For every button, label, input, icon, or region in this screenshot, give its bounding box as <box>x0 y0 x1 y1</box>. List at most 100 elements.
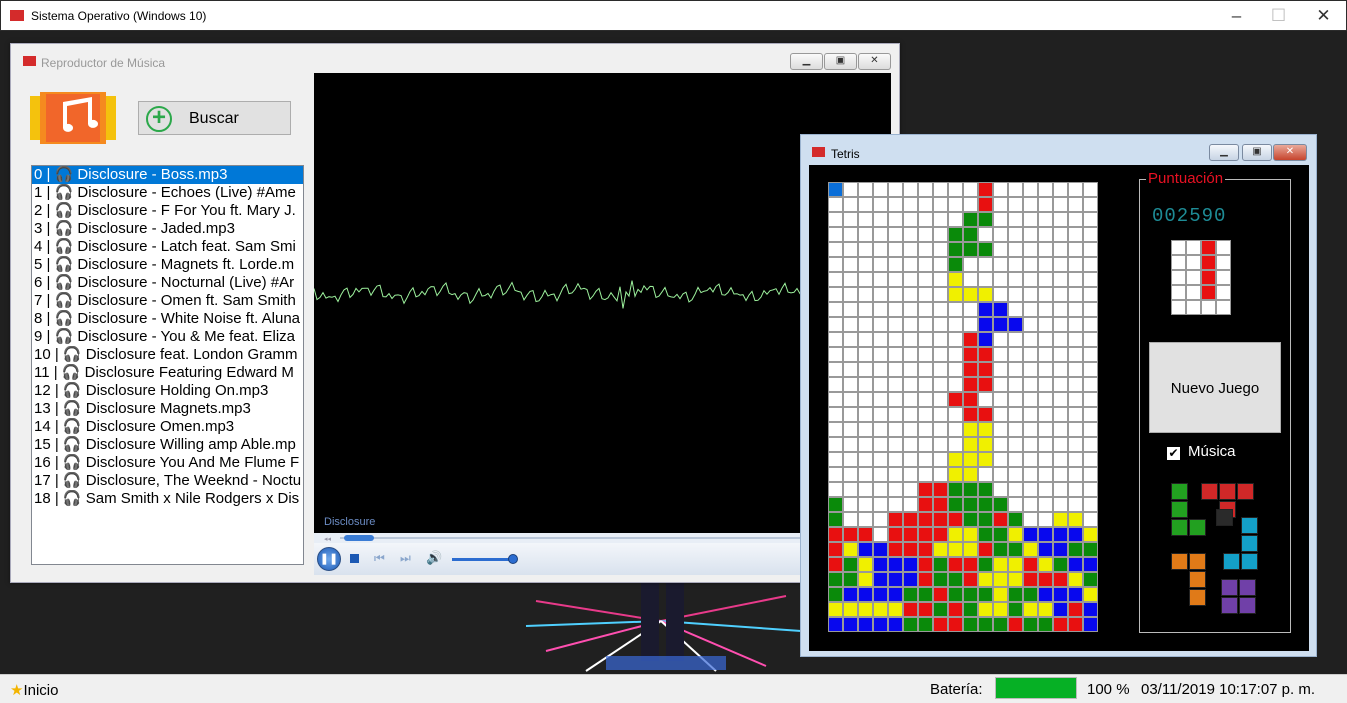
music-maximize-button[interactable]: ▣ <box>824 53 857 70</box>
board-cell <box>1023 572 1038 587</box>
board-cell <box>918 332 933 347</box>
next-piece-cell <box>1216 300 1231 315</box>
board-cell <box>963 332 978 347</box>
board-cell <box>933 227 948 242</box>
volume-slider[interactable] <box>452 558 514 561</box>
board-cell <box>888 302 903 317</box>
maximize-button[interactable]: ☐ <box>1256 3 1301 29</box>
legend-piece-cell <box>1171 501 1188 518</box>
playlist-item[interactable]: 10 | 🎧 Disclosure feat. London Gramm <box>32 346 303 364</box>
playlist[interactable]: 0 | 🎧 Disclosure - Boss.mp3 1 | 🎧 Disclos… <box>31 165 304 565</box>
close-button[interactable]: ✕ <box>1301 3 1346 29</box>
board-cell <box>933 242 948 257</box>
board-cell <box>1008 572 1023 587</box>
volume-thumb[interactable] <box>508 554 518 564</box>
playlist-item[interactable]: 8 | 🎧 Disclosure - White Noise ft. Aluna <box>32 310 303 328</box>
board-cell <box>858 212 873 227</box>
pause-button[interactable]: ❚❚ <box>317 547 341 571</box>
playlist-item[interactable]: 5 | 🎧 Disclosure - Magnets ft. Lorde.m <box>32 256 303 274</box>
board-cell <box>918 182 933 197</box>
board-cell <box>843 392 858 407</box>
board-cell <box>903 317 918 332</box>
board-cell <box>903 572 918 587</box>
music-checkbox[interactable]: ✔ Música <box>1167 443 1236 460</box>
board-cell <box>1008 482 1023 497</box>
board-cell <box>1008 182 1023 197</box>
board-cell <box>903 587 918 602</box>
board-cell <box>873 197 888 212</box>
board-cell <box>1068 287 1083 302</box>
playlist-item[interactable]: 3 | 🎧 Disclosure - Jaded.mp3 <box>32 220 303 238</box>
board-cell <box>993 227 1008 242</box>
board-cell <box>873 542 888 557</box>
board-cell <box>933 317 948 332</box>
board-cell <box>933 557 948 572</box>
tetris-minimize-button[interactable]: ▁ <box>1209 144 1239 161</box>
board-cell <box>993 377 1008 392</box>
board-cell <box>1053 197 1068 212</box>
board-cell <box>858 332 873 347</box>
board-cell <box>978 527 993 542</box>
next-piece-cell <box>1216 255 1231 270</box>
board-cell <box>828 182 843 197</box>
new-game-button[interactable]: Nuevo Juego <box>1149 342 1281 433</box>
board-cell <box>888 392 903 407</box>
volume-icon[interactable]: 🔊 <box>426 550 442 566</box>
checkbox-check-icon[interactable]: ✔ <box>1167 447 1180 460</box>
playlist-item[interactable]: 7 | 🎧 Disclosure - Omen ft. Sam Smith <box>32 292 303 310</box>
playlist-item[interactable]: 12 | 🎧 Disclosure Holding On.mp3 <box>32 382 303 400</box>
music-close-button[interactable]: ✕ <box>858 53 891 70</box>
tetris-maximize-button[interactable]: ▣ <box>1242 144 1272 161</box>
board-cell <box>933 272 948 287</box>
board-cell <box>993 392 1008 407</box>
playlist-item[interactable]: 2 | 🎧 Disclosure - F For You ft. Mary J. <box>32 202 303 220</box>
playlist-item[interactable]: 1 | 🎧 Disclosure - Echoes (Live) #Ame <box>32 184 303 202</box>
board-cell <box>858 197 873 212</box>
board-cell <box>888 542 903 557</box>
search-button[interactable]: + Buscar <box>138 101 291 135</box>
tetris-close-button[interactable]: ✕ <box>1273 144 1307 161</box>
board-cell <box>873 317 888 332</box>
board-cell <box>888 332 903 347</box>
board-cell <box>843 377 858 392</box>
seek-thumb[interactable] <box>344 535 374 541</box>
playlist-item[interactable]: 15 | 🎧 Disclosure Willing amp Able.mp <box>32 436 303 454</box>
board-cell <box>1023 452 1038 467</box>
playlist-item[interactable]: 18 | 🎧 Sam Smith x Nile Rodgers x Dis <box>32 490 303 508</box>
board-cell <box>933 497 948 512</box>
board-cell <box>933 617 948 632</box>
board-cell <box>1083 497 1098 512</box>
board-cell <box>1038 587 1053 602</box>
music-minimize-button[interactable]: ▁ <box>790 53 823 70</box>
stop-button[interactable] <box>350 554 359 563</box>
board-cell <box>948 257 963 272</box>
board-cell <box>843 482 858 497</box>
playlist-item[interactable]: 6 | 🎧 Disclosure - Nocturnal (Live) #Ar <box>32 274 303 292</box>
board-cell <box>993 587 1008 602</box>
board-cell <box>918 602 933 617</box>
start-button[interactable]: ★Inicio <box>10 681 58 699</box>
minimize-button[interactable]: – <box>1214 3 1259 29</box>
playlist-item[interactable]: 4 | 🎧 Disclosure - Latch feat. Sam Smi <box>32 238 303 256</box>
previous-button[interactable]: ⏮ <box>374 551 385 566</box>
playlist-item[interactable]: 13 | 🎧 Disclosure Magnets.mp3 <box>32 400 303 418</box>
playlist-item[interactable]: 11 | 🎧 Disclosure Featuring Edward M <box>32 364 303 382</box>
board-cell <box>858 482 873 497</box>
playlist-item[interactable]: 16 | 🎧 Disclosure You And Me Flume F <box>32 454 303 472</box>
board-cell <box>963 497 978 512</box>
legend-piece-cell <box>1241 553 1258 570</box>
board-cell <box>978 242 993 257</box>
board-cell <box>1053 512 1068 527</box>
playlist-item[interactable]: 0 | 🎧 Disclosure - Boss.mp3 <box>32 166 303 184</box>
board-cell <box>933 482 948 497</box>
next-button[interactable]: ⏭ <box>400 551 411 566</box>
playlist-item[interactable]: 14 | 🎧 Disclosure Omen.mp3 <box>32 418 303 436</box>
board-cell <box>1053 392 1068 407</box>
board-cell <box>978 362 993 377</box>
board-cell <box>993 467 1008 482</box>
board-cell <box>1053 437 1068 452</box>
playlist-item[interactable]: 9 | 🎧 Disclosure - You & Me feat. Eliza <box>32 328 303 346</box>
playlist-item[interactable]: 17 | 🎧 Disclosure, The Weeknd - Noctu <box>32 472 303 490</box>
board-cell <box>1068 542 1083 557</box>
board-cell <box>1008 377 1023 392</box>
